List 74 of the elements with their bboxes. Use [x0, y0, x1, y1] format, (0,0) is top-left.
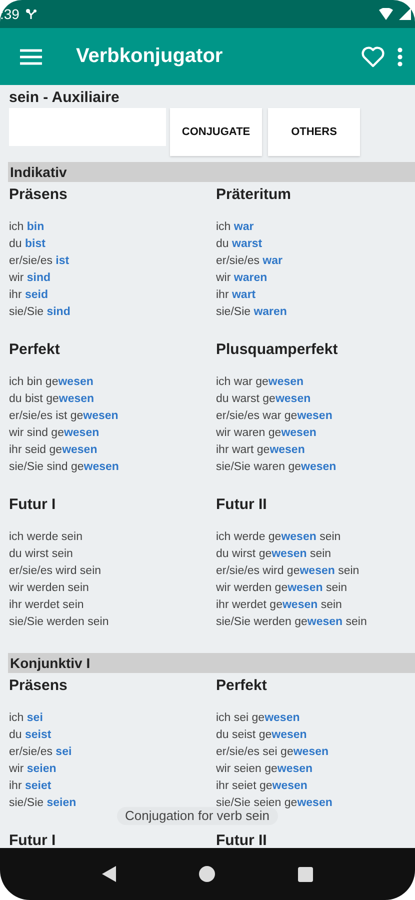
conjugation-form: er/sie/es sei	[9, 745, 72, 760]
network-icon	[25, 8, 38, 20]
conjugation-form: du bist gewesen	[9, 392, 94, 407]
back-icon[interactable]	[102, 866, 116, 882]
conjugation-form: ihr wart gewesen	[216, 443, 305, 458]
tense-heading: Futur I	[9, 831, 57, 848]
tense-heading: Futur I	[9, 495, 57, 515]
conjugation-form: er/sie/es war	[216, 254, 282, 269]
menu-icon[interactable]	[18, 46, 44, 66]
wifi-icon	[379, 8, 393, 20]
conjugation-form: ich bin gewesen	[9, 375, 94, 390]
conjugation-form: ihr werdet sein	[9, 598, 84, 613]
tense-heading: Futur II	[216, 495, 268, 515]
conjugation-form: wir seien	[9, 762, 56, 777]
tense-heading: Präteritum	[216, 185, 292, 205]
tense-heading: Plusquamperfekt	[216, 340, 339, 360]
conjugation-form: er/sie/es war gewesen	[216, 409, 332, 424]
conjugation-form: du bist	[9, 237, 46, 252]
recents-icon[interactable]	[298, 866, 314, 882]
tense-heading: Perfekt	[216, 676, 268, 696]
conjugation-form: sie/Sie waren gewesen	[216, 460, 336, 475]
heart-icon[interactable]	[359, 44, 387, 70]
conjugation-form: ich werde sein	[9, 530, 83, 545]
tense-heading: Perfekt	[9, 340, 61, 360]
action-button[interactable]: CONJUGATE	[170, 108, 262, 156]
conjugation-form: sie/Sie sind gewesen	[9, 460, 119, 475]
conjugation-form: sie/Sie werden sein	[9, 615, 109, 630]
conjugation-form: ihr werdet gewesen sein	[216, 598, 342, 613]
conjugation-form: du warst	[216, 237, 262, 252]
home-icon[interactable]	[198, 866, 215, 882]
tense-heading: Präsens	[9, 676, 68, 696]
section-header: Indikativ	[8, 162, 415, 182]
conjugation-form: ihr seid gewesen	[9, 443, 98, 458]
tense-heading: Präsens	[9, 185, 68, 205]
conjugation-form: sie/Sie werden gewesen sein	[216, 615, 367, 630]
toast-message: Conjugation for verb sein	[117, 807, 278, 825]
conjugation-form: ich war	[216, 220, 254, 235]
conjugation-form: sie/Sie waren	[216, 305, 287, 320]
conjugation-form: ich werde gewesen sein	[216, 530, 341, 545]
conjugation-form: du seist	[9, 728, 52, 743]
conjugation-form: er/sie/es ist gewesen	[9, 409, 118, 424]
conjugation-form: ihr wart	[216, 288, 256, 303]
conjugation-form: ich war gewesen	[216, 375, 304, 390]
conjugation-form: ich sei	[9, 711, 43, 726]
signal-icon	[399, 8, 411, 20]
status-time: :39	[0, 6, 20, 22]
conjugation-form: wir waren gewesen	[216, 426, 316, 441]
section-header: Konjunktiv I	[8, 653, 415, 673]
conjugation-form: ihr seid	[9, 288, 48, 303]
app-title: Verbkonjugator	[76, 45, 224, 68]
conjugation-form: er/sie/es wird sein	[9, 564, 102, 579]
conjugation-form: er/sie/es wird gewesen sein	[216, 564, 360, 579]
more-icon[interactable]	[395, 44, 405, 68]
conjugation-form: ihr seiet gewesen	[216, 779, 308, 794]
conjugation-form: wir sind gewesen	[9, 426, 100, 441]
conjugation-form: du seist gewesen	[216, 728, 307, 743]
conjugation-form: sie/Sie sind	[9, 305, 70, 320]
verb-title: sein - Auxiliaire	[8, 88, 120, 108]
conjugation-form: wir werden sein	[9, 581, 89, 596]
tense-heading: Futur II	[216, 831, 268, 848]
conjugation-form: wir seien gewesen	[216, 762, 313, 777]
conjugation-form: wir sind	[9, 271, 51, 286]
conjugation-form: du warst gewesen	[216, 392, 311, 407]
conjugation-form: ich bin	[9, 220, 44, 235]
conjugation-form: ich sei gewesen	[216, 711, 300, 726]
conjugation-form: du wirst gewesen sein	[216, 547, 332, 562]
conjugation-form: ihr seiet	[9, 779, 52, 794]
conjugation-form: sie/Sie seien	[9, 796, 76, 811]
conjugation-form: er/sie/es ist	[9, 254, 70, 269]
conjugation-form: wir waren	[216, 271, 268, 286]
conjugation-form: du wirst sein	[9, 547, 73, 562]
action-button[interactable]: OTHERS	[268, 108, 360, 156]
conjugation-form: er/sie/es sei gewesen	[216, 745, 329, 760]
conjugation-form: wir werden gewesen sein	[216, 581, 348, 596]
